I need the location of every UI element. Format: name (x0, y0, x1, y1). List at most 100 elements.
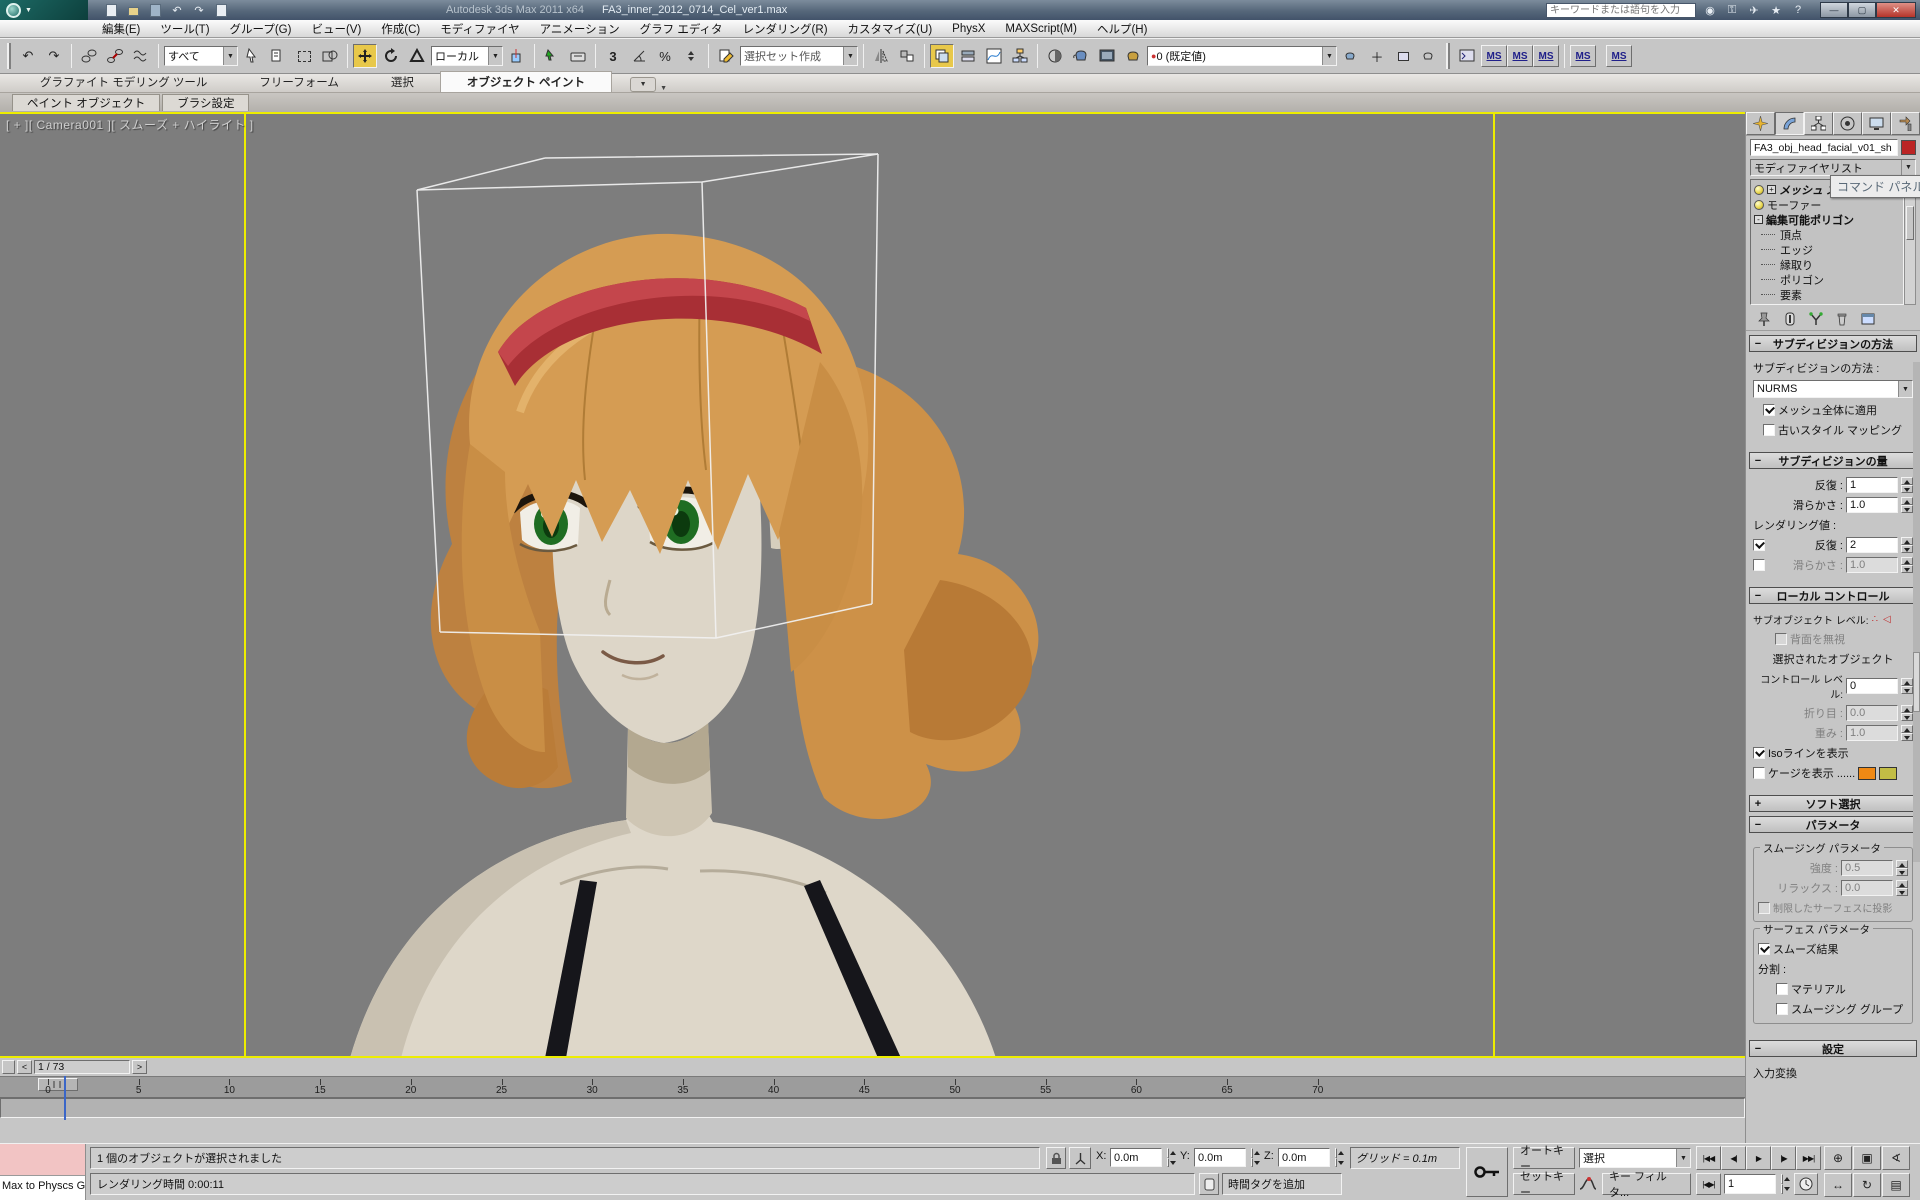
time-ruler[interactable]: 0510152025303540455055606570 (0, 1076, 1745, 1098)
smoothness-spinner[interactable] (1901, 497, 1913, 513)
show-end-result-icon[interactable] (1780, 310, 1800, 327)
subdivision-method-dropdown[interactable]: NURMS ▼ (1753, 380, 1913, 398)
maxscript-mini-listener[interactable]: Max to Physcs G (0, 1144, 86, 1200)
menu-item[interactable]: MAXScript(M) (995, 23, 1087, 35)
help-icon[interactable]: ? (1790, 4, 1806, 16)
pin-stack-icon[interactable] (1754, 310, 1774, 327)
rendered-frame-window-icon[interactable] (1095, 44, 1119, 68)
rollout-header[interactable]: − サブディビジョンの量 (1749, 452, 1917, 469)
select-and-manipulate-icon[interactable] (540, 44, 564, 68)
toolbar-grip[interactable] (7, 43, 11, 69)
menu-item[interactable]: グラフ エディタ (630, 21, 733, 37)
make-unique-icon[interactable] (1806, 310, 1826, 327)
render-iterative-icon[interactable] (1339, 44, 1363, 68)
menu-item[interactable]: 作成(C) (371, 21, 430, 37)
pan-icon[interactable]: ↔ (1824, 1173, 1852, 1197)
expand-collapse-icon[interactable]: - (1754, 215, 1763, 224)
unlink-selection-icon[interactable] (103, 44, 127, 68)
zoom-extents-icon[interactable]: ▣ (1853, 1146, 1881, 1170)
show-cage-checkbox[interactable] (1753, 767, 1765, 779)
rectangular-selection-region-icon[interactable] (292, 44, 316, 68)
menu-item[interactable]: 編集(E) (92, 21, 150, 37)
relax-spinner[interactable] (1896, 880, 1908, 896)
render-smoothness-spinner[interactable] (1901, 557, 1913, 573)
keyboard-shortcut-override-icon[interactable] (566, 44, 590, 68)
search-input[interactable] (1546, 3, 1696, 18)
control-level-field[interactable]: 0 (1846, 678, 1898, 694)
open-mini-curve-editor-button[interactable] (2, 1060, 15, 1074)
smooth-result-checkbox[interactable] (1758, 943, 1770, 955)
ignore-backfacing-checkbox[interactable] (1775, 633, 1787, 645)
viewport-label[interactable]: [ + ][ Camera001 ][ スムーズ + ハイライト ] (6, 116, 254, 133)
undo-icon[interactable]: ↶ (16, 44, 40, 68)
rollout-header[interactable]: − パラメータ (1749, 816, 1917, 833)
close-button[interactable]: ✕ (1876, 2, 1916, 18)
key-filters-button[interactable]: キー フィルタ... (1602, 1173, 1691, 1195)
z-coordinate-field[interactable]: 0.0m (1278, 1148, 1330, 1167)
camera-viewport[interactable]: [ + ][ Camera001 ][ スムーズ + ハイライト ] (0, 112, 1745, 1058)
rollout-header[interactable]: + ソフト選択 (1749, 795, 1917, 812)
project-to-limit-surface-checkbox[interactable] (1758, 902, 1770, 914)
render-preset-dropdown[interactable]: ●0 (既定値)▼ (1147, 46, 1337, 66)
configure-modifier-sets-icon[interactable] (1858, 310, 1878, 327)
select-and-rotate-icon[interactable] (379, 44, 403, 68)
render-iterations-checkbox[interactable] (1753, 539, 1765, 551)
select-and-link-icon[interactable] (77, 44, 101, 68)
apply-to-whole-mesh-checkbox[interactable] (1763, 404, 1775, 416)
curve-editor-icon[interactable] (982, 44, 1006, 68)
cage-color-swatch-2[interactable] (1879, 767, 1897, 780)
go-to-start-button[interactable]: |◀◀ (1696, 1146, 1721, 1170)
modifier-stack-item[interactable]: モーファー (1751, 197, 1903, 212)
weight-spinner[interactable] (1901, 725, 1913, 741)
render-add-icon[interactable]: ＋ (1365, 44, 1389, 68)
add-time-tag[interactable]: 時間タグを追加 (1222, 1173, 1342, 1195)
percent-snap-icon[interactable]: % (653, 44, 677, 68)
render-iterations-field[interactable]: 2 (1846, 537, 1898, 553)
mirror-icon[interactable] (869, 44, 893, 68)
crease-field[interactable]: 0.0 (1846, 705, 1898, 721)
new-scene-button[interactable] (102, 2, 120, 18)
field-of-view-icon[interactable]: ∢ (1882, 1146, 1910, 1170)
menu-item[interactable]: アニメーション (530, 21, 630, 37)
remove-modifier-icon[interactable] (1832, 310, 1852, 327)
material-editor-icon[interactable] (1043, 44, 1067, 68)
macro-recorder-pane[interactable] (0, 1144, 85, 1176)
layer-manager-icon[interactable] (930, 44, 954, 68)
modifier-onoff-bulb-icon[interactable] (1754, 200, 1764, 210)
redo-button[interactable]: ↷ (190, 2, 208, 18)
smoothness-field[interactable]: 1.0 (1846, 497, 1898, 513)
time-configuration-button[interactable] (1794, 1173, 1818, 1195)
select-object-icon[interactable] (240, 44, 264, 68)
panel-tab-paint-objects[interactable]: ペイント オブジェクト (12, 94, 160, 111)
key-mode-toggle[interactable]: |◀▶| (1696, 1173, 1721, 1195)
menu-item[interactable]: ビュー(V) (301, 21, 371, 37)
command-panel-scrollbar[interactable] (1913, 362, 1920, 862)
play-button[interactable]: ▶ (1746, 1146, 1771, 1170)
strength-field[interactable]: 0.5 (1841, 860, 1893, 876)
modifier-stack-item[interactable]: 頂点 (1751, 227, 1903, 242)
render-iterations-spinner[interactable] (1901, 537, 1913, 553)
maxscript-toolbar-icon[interactable] (1455, 44, 1479, 68)
next-frame-button[interactable]: |▶ (1771, 1146, 1796, 1170)
vertex-subobject-icon[interactable]: ∴ (1872, 614, 1880, 625)
render-production-icon[interactable] (1121, 44, 1145, 68)
separate-by-material-checkbox[interactable] (1776, 983, 1788, 995)
minimize-button[interactable]: — (1820, 2, 1848, 18)
application-menu-button[interactable]: ▼ (0, 0, 88, 20)
modifier-stack-item[interactable]: 縁取り (1751, 257, 1903, 272)
named-selection-sets-dropdown[interactable]: 選択セット作成▼ (740, 46, 858, 66)
iterations-spinner[interactable] (1901, 477, 1913, 493)
render-smoothness-checkbox[interactable] (1753, 559, 1765, 571)
object-color-swatch[interactable] (1901, 140, 1916, 155)
menu-item[interactable]: ツール(T) (150, 21, 219, 37)
menu-item[interactable]: PhysX (942, 23, 995, 35)
modifier-stack-item[interactable]: -編集可能ポリゴン (1751, 212, 1903, 227)
modifier-stack-item[interactable]: エッジ (1751, 242, 1903, 257)
track-bar[interactable] (0, 1098, 1745, 1118)
window-crossing-icon[interactable] (318, 44, 342, 68)
modifier-list-dropdown[interactable]: モディファイヤリスト ▼ (1750, 159, 1916, 176)
create-tab[interactable] (1746, 112, 1775, 135)
favorites-star-icon[interactable]: ★ (1768, 4, 1784, 17)
display-tab[interactable] (1862, 112, 1891, 135)
rollout-header[interactable]: − サブディビジョンの方法 (1749, 335, 1917, 352)
